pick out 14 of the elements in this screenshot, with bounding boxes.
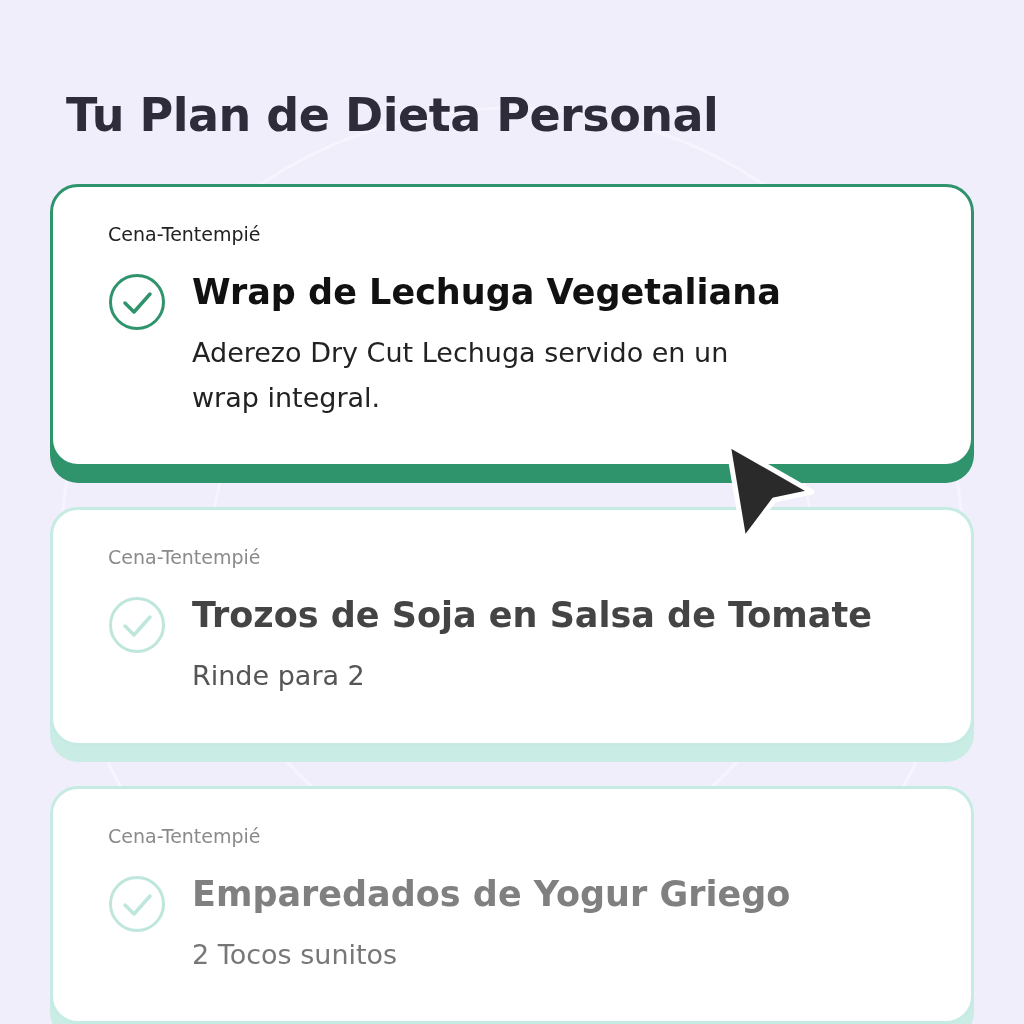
meal-card[interactable]: Cena-Tentempié Emparedados de Yogur Griego 2 Tocos sunitos [50, 785, 974, 1024]
meal-description: Aderezo Dry Cut Lechuga servido en un wrap integral. [192, 336, 730, 415]
meal-description: Rinde para 2 [192, 659, 366, 694]
meal-description: 2 Tocos sunitos [192, 937, 399, 972]
meal-category: Cena-Tentempié [108, 824, 262, 847]
meal-category: Cena-Tentempié [108, 546, 262, 569]
page-title: Tu Plan de Dieta Personal [66, 88, 720, 142]
meal-title: Wrap de Lechuga Vegetaliana [192, 271, 782, 313]
meal-category: Cena-Tentempié [108, 223, 262, 245]
check-circle-icon [108, 273, 166, 331]
meal-title: Emparedados de Yogur Griego [192, 872, 791, 915]
meal-title: Trozos de Soja en Salsa de Tomate [192, 594, 872, 637]
check-circle-icon [108, 596, 166, 655]
check-circle-icon [108, 874, 166, 933]
